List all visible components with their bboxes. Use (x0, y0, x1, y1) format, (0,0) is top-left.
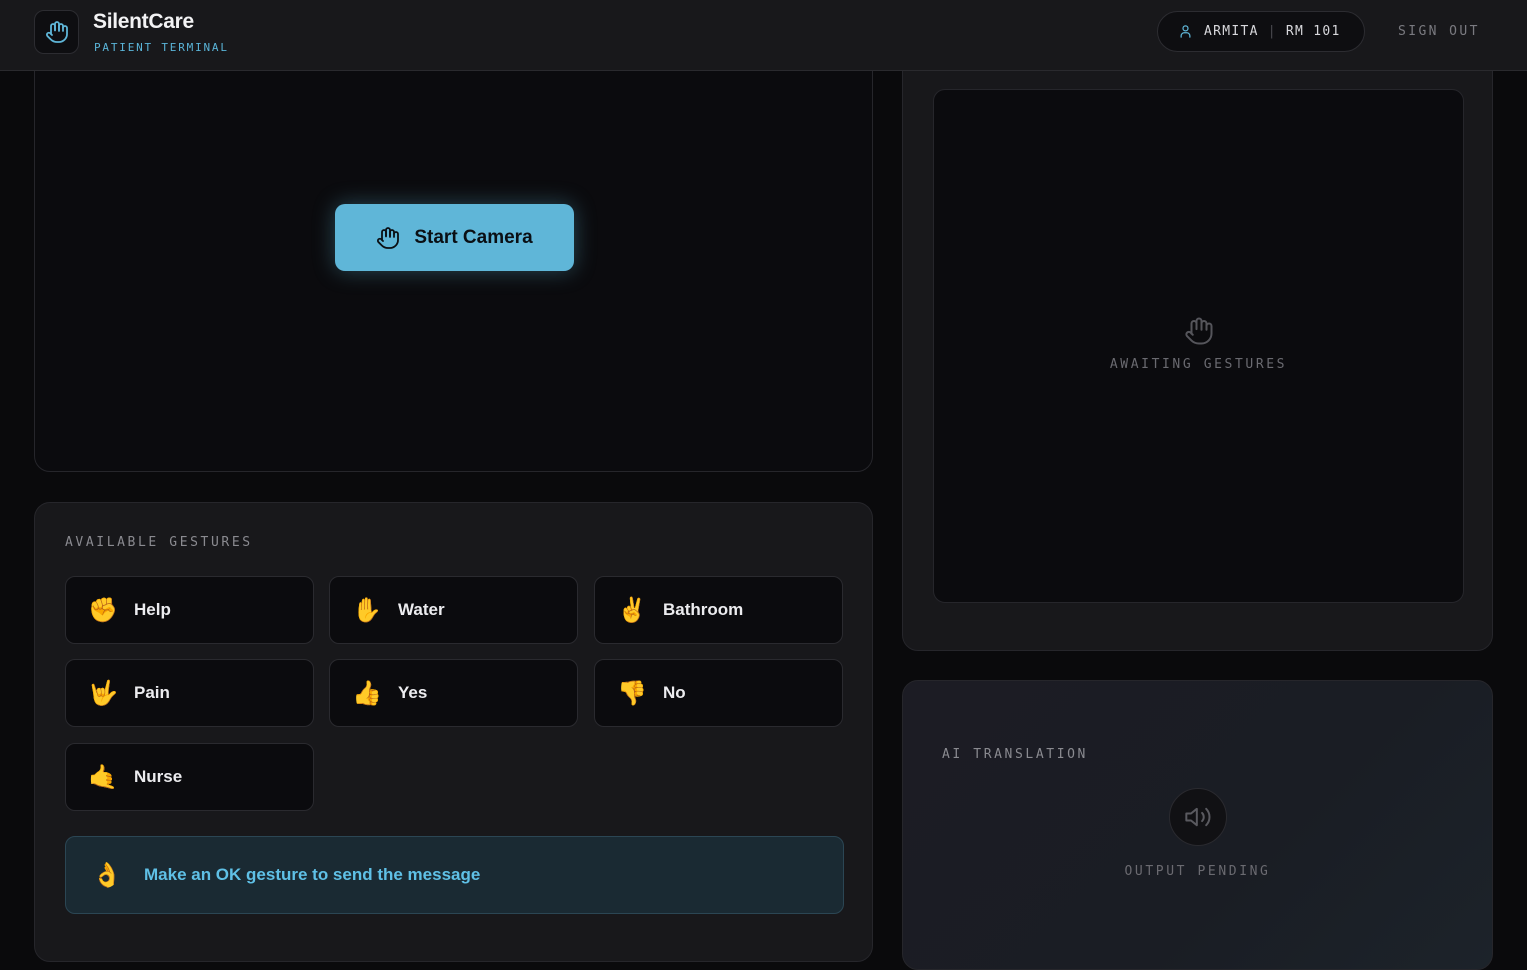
hand-icon (376, 226, 400, 250)
hand-icon (1184, 316, 1214, 346)
user-icon (1178, 24, 1193, 39)
gesture-no[interactable]: 👎 No (594, 659, 843, 727)
gesture-nurse[interactable]: 🤙 Nurse (65, 743, 314, 811)
gesture-bathroom[interactable]: ✌️ Bathroom (594, 576, 843, 644)
gestures-title: AVAILABLE GESTURES (65, 535, 253, 550)
gesture-yes[interactable]: 👍 Yes (329, 659, 578, 727)
ok-hint-text: Make an OK gesture to send the message (144, 865, 481, 884)
app-subtitle: PATIENT TERMINAL (94, 41, 229, 54)
gesture-label: Help (134, 600, 171, 619)
speaker-icon[interactable] (1169, 788, 1227, 846)
thumbs-down-icon: 👎 (617, 679, 647, 707)
app-name: SilentCare (93, 10, 194, 33)
start-camera-label: Start Camera (414, 226, 533, 248)
gestures-panel: AVAILABLE GESTURES ✊ Help ✋ Water ✌️ Bat… (34, 502, 873, 962)
output-pending-text: OUTPUT PENDING (1124, 864, 1271, 879)
fist-icon: ✊ (88, 596, 118, 624)
gesture-label: Water (398, 600, 445, 619)
gesture-label: Pain (134, 683, 170, 702)
user-name: ARMITA (1204, 24, 1259, 39)
awaiting-state: AWAITING GESTURES (934, 316, 1463, 372)
gesture-label: Bathroom (663, 600, 744, 619)
awaiting-text: AWAITING GESTURES (1109, 357, 1288, 372)
sign-out-button[interactable]: SIGN OUT (1398, 24, 1480, 39)
ok-hand-icon: 👌 (92, 861, 122, 889)
love-you-hand-icon: 🤟 (88, 679, 118, 707)
user-badge: ARMITA | RM 101 (1157, 11, 1365, 52)
call-me-hand-icon: 🤙 (88, 763, 118, 791)
victory-hand-icon: ✌️ (617, 596, 647, 624)
ai-translation-title: AI TRANSLATION (942, 747, 1088, 762)
camera-panel: Start Camera (34, 40, 873, 472)
ai-translation-panel: AI TRANSLATION OUTPUT PENDING (902, 680, 1493, 970)
gesture-water[interactable]: ✋ Water (329, 576, 578, 644)
thumbs-up-icon: 👍 (352, 679, 382, 707)
hand-icon (45, 20, 69, 44)
raised-hand-icon: ✋ (352, 596, 382, 624)
gesture-label: Nurse (134, 767, 183, 786)
gesture-feed: AWAITING GESTURES (933, 89, 1464, 603)
app-logo (34, 10, 79, 54)
top-bar: SilentCare PATIENT TERMINAL ARMITA | RM … (0, 0, 1527, 71)
separator: | (1267, 24, 1277, 39)
gesture-pain[interactable]: 🤟 Pain (65, 659, 314, 727)
gesture-help[interactable]: ✊ Help (65, 576, 314, 644)
start-camera-button[interactable]: Start Camera (335, 204, 574, 271)
ok-gesture-hint: 👌 Make an OK gesture to send the message (65, 836, 844, 914)
room-number: RM 101 (1285, 24, 1341, 39)
gesture-label: No (663, 683, 686, 702)
gesture-label: Yes (398, 683, 428, 702)
detection-panel: AWAITING GESTURES (902, 40, 1493, 651)
